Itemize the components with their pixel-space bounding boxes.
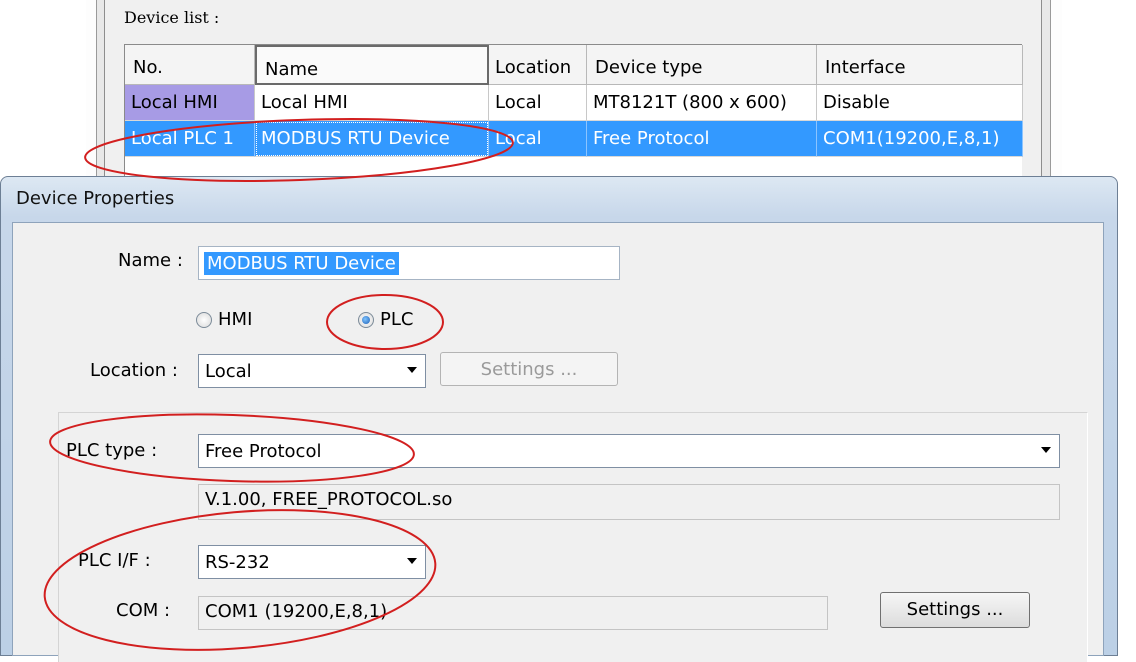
chevron-down-icon bbox=[407, 367, 417, 373]
window-frame-right bbox=[1036, 0, 1062, 190]
radio-hmi-label: HMI bbox=[218, 309, 253, 330]
column-header-device-type[interactable]: Device type bbox=[587, 45, 817, 85]
name-label: Name : bbox=[118, 250, 183, 271]
location-select[interactable]: Local bbox=[198, 354, 426, 388]
column-header-location[interactable]: Location bbox=[489, 45, 587, 85]
table-cell-location: Local bbox=[489, 121, 587, 157]
chevron-down-icon bbox=[407, 558, 417, 564]
chevron-down-icon bbox=[1041, 447, 1051, 453]
device-table[interactable]: No. Name Location Device type Interface … bbox=[124, 44, 1023, 194]
table-cell-name: MODBUS RTU Device bbox=[255, 121, 489, 157]
plc-version-field: V.1.00, FREE_PROTOCOL.so bbox=[198, 484, 1060, 520]
plc-if-select-value: RS-232 bbox=[205, 552, 270, 573]
table-cell-name: Local HMI bbox=[255, 85, 489, 121]
table-cell-interface: Disable bbox=[817, 85, 1023, 121]
dialog-title: Device Properties bbox=[16, 188, 175, 209]
column-header-no[interactable]: No. bbox=[125, 45, 255, 85]
table-cell-device-type: MT8121T (800 x 600) bbox=[587, 85, 817, 121]
table-cell-location: Local bbox=[489, 85, 587, 121]
radio-plc[interactable] bbox=[358, 312, 374, 328]
table-cell-interface: COM1(19200,E,8,1) bbox=[817, 121, 1023, 157]
table-cell-no: Local HMI bbox=[125, 85, 255, 121]
table-cell-device-type: Free Protocol bbox=[587, 121, 817, 157]
name-input[interactable]: MODBUS RTU Device bbox=[198, 246, 620, 280]
radio-plc-label: PLC bbox=[380, 309, 414, 330]
radio-hmi[interactable] bbox=[196, 312, 212, 328]
column-header-interface[interactable]: Interface bbox=[817, 45, 1023, 85]
plc-if-select[interactable]: RS-232 bbox=[198, 545, 426, 579]
com-settings-button[interactable]: Settings ... bbox=[880, 592, 1030, 628]
plc-if-label: PLC I/F : bbox=[78, 550, 151, 571]
table-cell-no: Local PLC 1 bbox=[125, 121, 255, 157]
location-select-value: Local bbox=[205, 361, 252, 382]
plc-type-label: PLC type : bbox=[66, 440, 158, 461]
plc-type-select[interactable]: Free Protocol bbox=[198, 434, 1060, 468]
location-settings-button[interactable]: Settings ... bbox=[440, 352, 618, 386]
device-list-label: Device list : bbox=[124, 8, 220, 27]
column-header-name[interactable]: Name bbox=[255, 45, 489, 85]
com-field: COM1 (19200,E,8,1) bbox=[198, 596, 828, 630]
location-label: Location : bbox=[90, 360, 178, 381]
plc-type-select-value: Free Protocol bbox=[205, 441, 322, 462]
window-frame-left bbox=[86, 0, 110, 190]
com-label: COM : bbox=[116, 600, 171, 621]
name-input-value: MODBUS RTU Device bbox=[204, 252, 399, 275]
